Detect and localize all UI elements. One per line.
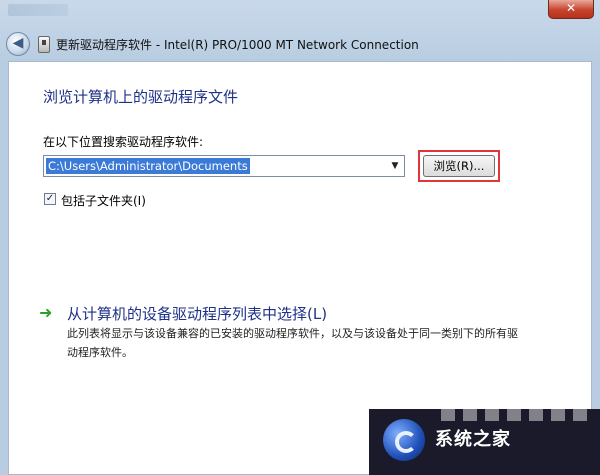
path-input-value[interactable]: C:\Users\Administrator\Documents <box>46 158 250 174</box>
green-arrow-icon[interactable]: ➜ <box>39 305 55 321</box>
device-icon <box>38 36 50 53</box>
navigation-bar: ◀ 更新驱动程序软件 - Intel(R) PRO/1000 MT Networ… <box>0 28 600 60</box>
watermark-text: 系统之家 <box>435 429 511 450</box>
browse-button[interactable]: 浏览(R)... <box>423 155 495 177</box>
site-watermark: 系统之家 <box>369 409 600 475</box>
faded-title-text <box>8 4 68 16</box>
page-heading: 浏览计算机上的驱动程序文件 <box>43 88 239 106</box>
pick-from-list-description: 此列表将显示与该设备兼容的已安装的驱动程序软件，以及与该设备处于同一类别下的所有… <box>67 327 518 359</box>
title-bar: ✕ <box>0 0 600 22</box>
include-subfolders-checkbox[interactable]: ✓ <box>44 193 56 205</box>
include-subfolders-label[interactable]: 包括子文件夹(I) <box>61 192 146 209</box>
window-title: 更新驱动程序软件 - Intel(R) PRO/1000 MT Network … <box>56 38 419 52</box>
close-button[interactable]: ✕ <box>548 0 594 19</box>
watermark-logo-icon <box>383 419 425 461</box>
chevron-down-icon[interactable]: ▼ <box>388 158 402 174</box>
path-combobox[interactable]: C:\Users\Administrator\Documents ▼ <box>43 155 405 177</box>
driver-update-window: ✕ ◀ 更新驱动程序软件 - Intel(R) PRO/1000 MT Netw… <box>0 0 600 475</box>
pick-from-list-link[interactable]: 从计算机的设备驱动程序列表中选择(L) <box>67 303 327 324</box>
watermark-ghost-text <box>441 409 591 421</box>
search-location-label: 在以下位置搜索驱动程序软件: <box>43 135 204 149</box>
back-button[interactable]: ◀ <box>6 32 30 56</box>
